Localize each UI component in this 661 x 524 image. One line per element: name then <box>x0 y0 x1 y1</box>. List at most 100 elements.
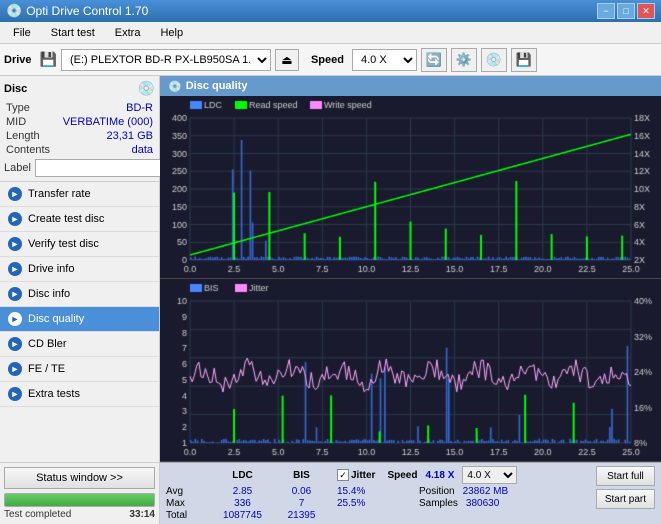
disc-length-value: 23,31 GB <box>107 130 153 142</box>
nav-disc-quality[interactable]: ► Disc quality <box>0 307 159 332</box>
start-full-button[interactable]: Start full <box>596 466 655 486</box>
status-section: Status window >> Test completed 33:14 <box>0 462 159 524</box>
nav-disc-info[interactable]: ► Disc info <box>0 282 159 307</box>
disc-contents-value: data <box>132 144 153 156</box>
menu-extra[interactable]: Extra <box>106 24 150 42</box>
disc-length-row: Length 23,31 GB <box>4 129 155 143</box>
disc-quality-icon: 💿 <box>168 80 182 93</box>
drive-select[interactable]: (E:) PLEXTOR BD-R PX-LB950SA 1.06 <box>61 49 271 71</box>
bis-max: 7 <box>274 498 329 509</box>
stats-bar: LDC BIS ✓ Jitter Speed 4.18 X 4.0 X Avg … <box>160 462 661 524</box>
disc-mid-label: MID <box>6 116 26 128</box>
nav-disc-info-label: Disc info <box>28 288 70 300</box>
jitter-col-header: Jitter <box>351 470 375 481</box>
nav-verify-test-disc[interactable]: ► Verify test disc <box>0 232 159 257</box>
nav-drive-info-icon: ► <box>8 262 22 276</box>
progress-bar <box>4 493 155 507</box>
nav-cd-bler-icon: ► <box>8 337 22 351</box>
speed-stat-header: Speed <box>387 470 417 481</box>
nav-transfer-rate[interactable]: ► Transfer rate <box>0 182 159 207</box>
menu-bar: File Start test Extra Help <box>0 22 661 44</box>
maximize-button[interactable]: □ <box>617 3 635 19</box>
ldc-canvas <box>160 96 661 278</box>
disc-length-label: Length <box>6 130 40 142</box>
jitter-checkbox[interactable]: ✓ <box>337 469 349 481</box>
action-buttons: Start full Start part <box>596 466 655 509</box>
disc-mid-row: MID VERBATIMe (000) <box>4 115 155 129</box>
disc-type-row: Type BD-R <box>4 101 155 115</box>
close-button[interactable]: ✕ <box>637 3 655 19</box>
nav-verify-label: Verify test disc <box>28 238 99 250</box>
ldc-total: 1087745 <box>215 510 270 521</box>
title-bar-title: 💿 Opti Drive Control 1.70 <box>6 3 148 19</box>
nav-extra-tests[interactable]: ► Extra tests <box>0 382 159 407</box>
eject-button[interactable]: ⏏ <box>275 49 299 71</box>
menu-file[interactable]: File <box>4 24 40 42</box>
nav-verify-icon: ► <box>8 237 22 251</box>
minimize-button[interactable]: − <box>597 3 615 19</box>
charts-container <box>160 96 661 462</box>
nav-transfer-rate-icon: ► <box>8 187 22 201</box>
disc-info-panel: Disc 💿 Type BD-R MID VERBATIMe (000) Len… <box>0 76 159 182</box>
jitter-max: 25.5% <box>337 498 407 509</box>
disc-contents-row: Contents data <box>4 143 155 157</box>
position-label: Position <box>419 486 455 497</box>
bis-chart <box>160 279 661 462</box>
status-text: Test completed <box>4 509 71 520</box>
bis-avg: 0.06 <box>274 486 329 497</box>
position-value: 23862 MB <box>463 486 509 497</box>
bis-canvas <box>160 279 661 461</box>
status-row: Test completed 33:14 <box>4 509 155 520</box>
status-window-button[interactable]: Status window >> <box>4 467 155 489</box>
window-controls: − □ ✕ <box>597 3 655 19</box>
disc-quality-title: Disc quality <box>186 80 248 92</box>
nav-drive-info-label: Drive info <box>28 263 74 275</box>
disc-label-row: Label ✏️ <box>4 159 155 177</box>
nav-disc-info-icon: ► <box>8 287 22 301</box>
speed-select[interactable]: 4.0 X <box>352 49 417 71</box>
nav-disc-quality-icon: ► <box>8 312 22 326</box>
refresh-button[interactable]: 🔄 <box>421 48 447 72</box>
speed-stat-value: 4.18 X <box>425 470 454 481</box>
bis-total: 21395 <box>274 510 329 521</box>
nav-create-icon: ► <box>8 212 22 226</box>
disc-panel-header: Disc 💿 <box>4 80 155 97</box>
drive-icon: 💾 <box>40 51 57 68</box>
disc-panel-icon: 💿 <box>138 80 155 97</box>
ldc-max: 336 <box>215 498 270 509</box>
disc-label-label: Label <box>4 162 31 174</box>
samples-value: 380630 <box>466 498 499 509</box>
nav-menu: ► Transfer rate ► Create test disc ► Ver… <box>0 182 159 462</box>
save-button[interactable]: 💾 <box>511 48 537 72</box>
app-icon: 💿 <box>6 3 22 19</box>
nav-drive-info[interactable]: ► Drive info <box>0 257 159 282</box>
status-bar: Test completed 33:14 <box>4 493 155 520</box>
drive-label: Drive <box>4 54 32 66</box>
max-label: Max <box>166 498 211 509</box>
start-part-button[interactable]: Start part <box>596 489 655 509</box>
menu-start-test[interactable]: Start test <box>42 24 104 42</box>
jitter-avg: 15.4% <box>337 486 407 497</box>
status-time: 33:14 <box>129 509 155 520</box>
nav-fe-te[interactable]: ► FE / TE <box>0 357 159 382</box>
settings-button[interactable]: ⚙️ <box>451 48 477 72</box>
speed-stat-select[interactable]: 4.0 X <box>462 466 517 484</box>
menu-help[interactable]: Help <box>151 24 192 42</box>
main-layout: Disc 💿 Type BD-R MID VERBATIMe (000) Len… <box>0 76 661 524</box>
bis-col-header: BIS <box>274 470 329 481</box>
disc-button[interactable]: 💿 <box>481 48 507 72</box>
content-area: 💿 Disc quality LDC BIS ✓ <box>160 76 661 524</box>
nav-cd-bler[interactable]: ► CD Bler <box>0 332 159 357</box>
nav-fe-te-icon: ► <box>8 362 22 376</box>
nav-create-test-disc[interactable]: ► Create test disc <box>0 207 159 232</box>
avg-label: Avg <box>166 486 211 497</box>
nav-create-label: Create test disc <box>28 213 104 225</box>
disc-type-label: Type <box>6 102 30 114</box>
nav-cd-bler-label: CD Bler <box>28 338 67 350</box>
toolbar: Drive 💾 (E:) PLEXTOR BD-R PX-LB950SA 1.0… <box>0 44 661 76</box>
disc-mid-value: VERBATIMe (000) <box>63 116 153 128</box>
disc-label-input[interactable] <box>35 159 173 177</box>
nav-extra-tests-icon: ► <box>8 387 22 401</box>
speed-label: Speed <box>311 54 344 66</box>
disc-quality-header: 💿 Disc quality <box>160 76 661 96</box>
